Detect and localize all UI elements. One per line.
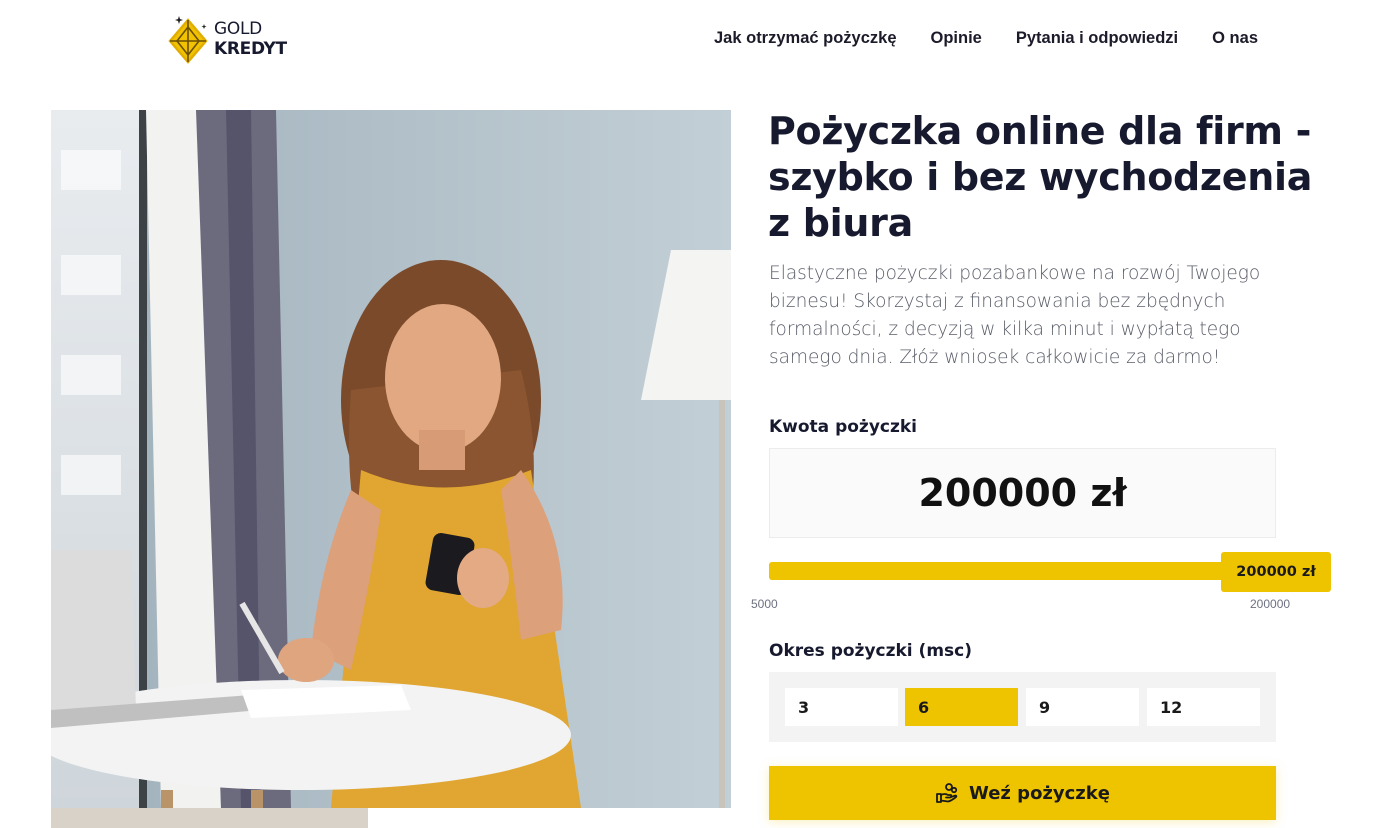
hero-photo-strip xyxy=(51,808,368,828)
nav-link-reviews[interactable]: Opinie xyxy=(931,29,982,48)
take-loan-button[interactable]: Weź pożyczkę xyxy=(769,766,1276,820)
amount-label: Kwota pożyczki xyxy=(769,417,918,437)
brand-line2: KREDYT xyxy=(214,39,287,59)
brand-logo[interactable]: GOLD KREDYT xyxy=(166,14,306,64)
nav-link-how-to-get-loan[interactable]: Jak otrzymać pożyczkę xyxy=(714,29,897,48)
period-option-9[interactable]: 9 xyxy=(1026,688,1139,726)
period-option-6[interactable]: 6 xyxy=(905,688,1018,726)
amount-slider-handle[interactable]: 200000 zł xyxy=(1221,552,1331,592)
slider-max-label: 200000 xyxy=(1250,597,1291,611)
amount-slider-track[interactable] xyxy=(769,562,1249,580)
slider-min-label: 5000 xyxy=(751,597,778,611)
hero-description: Elastyczne pożyczki pozabankowe na rozwó… xyxy=(769,263,1261,368)
period-option-3[interactable]: 3 xyxy=(785,688,898,726)
gold-diamond-icon xyxy=(168,16,208,64)
hero-title: Pożyczka online dla firm - szybko i bez … xyxy=(768,109,1313,245)
main-nav: Jak otrzymać pożyczkę Opinie Pytania i o… xyxy=(714,29,1258,48)
hand-coins-icon xyxy=(936,783,958,803)
hero-photo xyxy=(51,110,731,808)
nav-link-about-us[interactable]: O nas xyxy=(1212,29,1258,48)
take-loan-label: Weź pożyczkę xyxy=(969,782,1110,804)
period-selector: 3 6 9 12 xyxy=(769,672,1276,742)
nav-link-faq[interactable]: Pytania i odpowiedzi xyxy=(1016,29,1178,48)
brand-line1: GOLD xyxy=(214,19,262,39)
period-label: Okres pożyczki (msc) xyxy=(769,641,973,661)
amount-value: 200000 zł xyxy=(918,471,1127,515)
period-option-12[interactable]: 12 xyxy=(1147,688,1260,726)
amount-display[interactable]: 200000 zł xyxy=(769,448,1276,538)
